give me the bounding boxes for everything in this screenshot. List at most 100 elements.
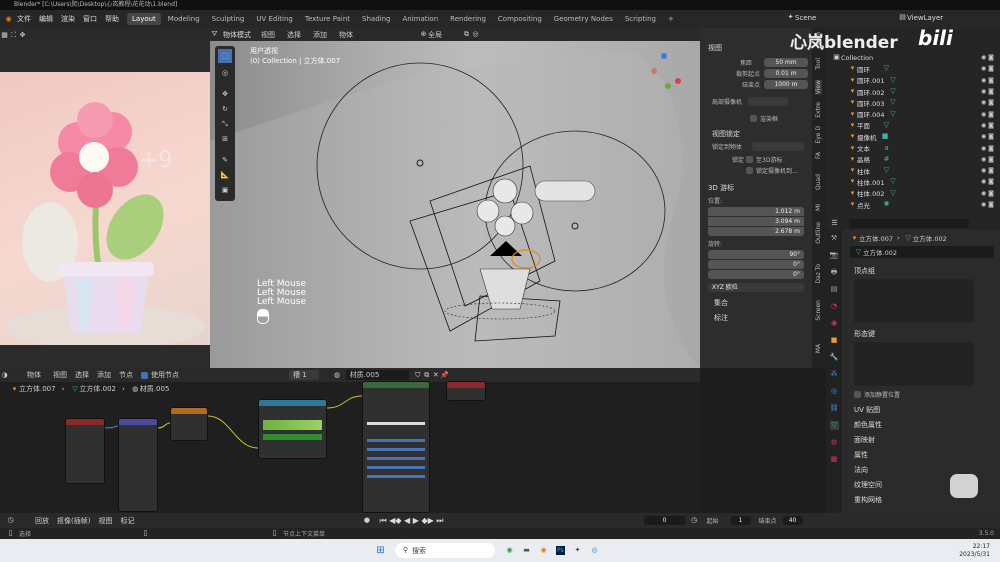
tab-compositing[interactable]: Compositing [493,13,547,25]
playback-controls[interactable]: ⏮ ◀◆ ◀ ▶ ◆▶ ⏭ [379,516,443,526]
outliner-item[interactable]: ▾ 柱体.002 ▽ ◉ ◙ [826,188,1000,199]
tab-tool[interactable]: Tool [815,58,822,70]
add-workspace-icon[interactable]: + [663,13,679,25]
render-tab-icon[interactable]: 📷 [830,251,839,260]
principled-bsdf-node[interactable] [362,381,430,513]
clock-icon[interactable]: ◷ [690,516,699,525]
menu-file[interactable]: 文件 [17,14,31,24]
blender-logo-icon[interactable]: ◉ [4,15,13,24]
visibility-eye-icon[interactable]: ◉ ◙ [981,122,994,129]
focal-field[interactable]: 50 mm [764,58,808,67]
bsdf-slider[interactable] [367,475,425,478]
cursor-x-field[interactable]: 1.012 m [708,207,804,216]
cursor-z-field[interactable]: 2.678 m [708,227,804,236]
view-lock-header[interactable]: 视图锁定 [700,129,812,140]
color-ramp-bar[interactable] [263,420,322,430]
visibility-eye-icon[interactable]: ◉ ◙ [981,111,994,118]
tab-modeling[interactable]: Modeling [163,13,205,25]
viewport-menu-view[interactable]: 视图 [261,30,275,40]
outliner-item[interactable]: ▾ 柱体 ▽ ◉ ◙ [826,165,1000,176]
3d-viewport[interactable]: ⛛ 物体模式 视图 选择 添加 物体 ⊕ 全局 ⧉ ◎ 用户透视 (0) Col… [210,28,700,368]
move-tool-icon[interactable]: ✥ [221,90,230,99]
outliner-item[interactable]: ▾ 摄像机 ■ ◉ ◙ [826,131,1000,142]
tab-texture-paint[interactable]: Texture Paint [300,13,355,25]
physics-tab-icon[interactable]: ◎ [830,387,839,396]
visibility-eye-icon[interactable]: ◉ ◙ [981,133,994,140]
bsdf-base-color-field[interactable] [367,422,425,425]
material-output-node[interactable] [446,381,486,401]
tool-tab-icon[interactable]: ⚒ [830,234,839,243]
bsdf-slider[interactable] [367,439,425,442]
timeline-menu-keying[interactable]: 抠像(插帧) [57,516,90,526]
tab-daz-to[interactable]: Daz To [815,264,822,284]
visibility-eye-icon[interactable]: ◉ ◙ [981,88,994,95]
properties-search[interactable] [849,218,969,228]
taskbar-clock[interactable]: 22:17 2023/5/31 [959,543,990,559]
properties-editor-icon[interactable]: ☰ [830,219,839,228]
texture-coordinate-node[interactable] [65,418,105,484]
local-camera-field[interactable] [748,97,789,106]
tab-animation[interactable]: Animation [397,13,443,25]
constraints-tab-icon[interactable]: ⛓ [830,404,839,413]
color-node[interactable] [170,407,208,441]
cursor-rot-z-field[interactable]: 0° [708,270,804,279]
rotation-mode-dropdown[interactable]: XYZ 欧拉 [708,283,804,292]
vertex-groups-list[interactable] [854,279,974,323]
shape-keys-list[interactable] [854,342,974,386]
viewport-menu-select[interactable]: 选择 [287,30,301,40]
tab-quad[interactable]: Quad [815,174,822,190]
bsdf-slider[interactable] [367,466,425,469]
add-cube-tool-icon[interactable]: ▣ [221,186,230,195]
tab-rendering[interactable]: Rendering [445,13,491,25]
lock-cursor-checkbox[interactable] [746,156,753,163]
clip-end-field[interactable]: 1000 m [764,80,808,89]
mapping-node[interactable] [118,418,158,512]
render-region-checkbox[interactable] [750,115,757,122]
tab-scripting[interactable]: Scripting [620,13,661,25]
taskbar-app-icon[interactable]: ✦ [573,546,582,555]
output-tab-icon[interactable]: 🖶 [830,268,839,277]
tab-outline[interactable]: Outline [815,222,822,244]
view-icon[interactable]: ⛶ [9,31,18,40]
clip-start-field[interactable]: 0.01 m [764,69,808,78]
outliner-item[interactable]: ▾ 平面 ▽ ◉ ◙ [826,120,1000,131]
editor-type-icon[interactable]: ▦ [0,31,9,40]
tab-view[interactable]: View [815,80,822,95]
cursor-tool-icon[interactable]: ◎ [221,69,230,78]
visibility-eye-icon[interactable]: ◉ ◙ [981,65,994,72]
tab-fa[interactable]: FA [815,152,822,159]
outliner-item[interactable]: ▾ 柱体.001 ▽ ◉ ◙ [826,176,1000,187]
mesh-name-field[interactable]: ▽ 立方体.002 [850,246,994,258]
outliner-item[interactable]: ▾ 圆环.001 ▽ ◉ ◙ [826,75,1000,86]
blender-taskbar-icon[interactable]: ◉ [539,546,548,555]
visibility-eye-icon[interactable]: ◉ ◙ [981,201,994,208]
end-frame-field[interactable]: 40 [782,516,803,525]
modifier-tab-icon[interactable]: 🔧 [830,353,839,362]
outliner-item[interactable]: ▾ 点光 ✺ ◉ ◙ [826,199,1000,210]
tab-ma[interactable]: MA [815,344,822,353]
view-layer-tab-icon[interactable]: ▤ [830,285,839,294]
bsdf-slider[interactable] [367,448,425,451]
shader-node-editor[interactable]: ◑ 物体 视图 选择 添加 节点 使用节点 槽 1 ◍ 材质.005 ⛉ ⧉ ✕… [0,368,700,513]
editor-type-icon[interactable]: ⛛ [210,30,219,39]
record-icon[interactable]: ● [362,516,371,525]
color-attributes-header[interactable]: 颜色属性 [854,420,1000,431]
menu-help[interactable]: 帮助 [105,14,119,24]
select-box-tool-icon[interactable]: ⬚ [218,49,232,63]
tab-uv-editing[interactable]: UV Editing [251,13,298,25]
color-ramp-swatch[interactable] [263,434,322,440]
uv-maps-header[interactable]: UV 贴图 [854,405,1000,416]
data-tab-icon[interactable]: ▽ [829,421,839,430]
tab-eye-d[interactable]: Eye D [815,126,822,144]
visibility-eye-icon[interactable]: ◉ ◙ [981,99,994,106]
add-rest-position-checkbox[interactable] [854,391,861,398]
material-tab-icon[interactable]: ◍ [830,438,839,447]
outliner-item[interactable]: ▾ 圆环.004 ▽ ◉ ◙ [826,108,1000,120]
visibility-eye-icon[interactable]: ◉ ◙ [981,54,994,61]
file-explorer-icon[interactable]: ▬ [522,546,531,555]
annotations-section-header[interactable]: 标注 [700,313,812,324]
tab-mi[interactable]: MI [815,204,822,211]
taskbar-app-icon[interactable]: ◎ [590,546,599,555]
object-tab-icon[interactable]: ■ [830,336,839,345]
menu-edit[interactable]: 编辑 [39,14,53,24]
